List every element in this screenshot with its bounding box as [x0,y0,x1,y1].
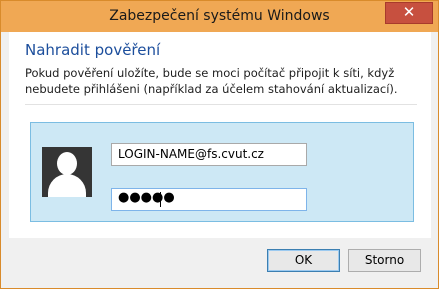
separator [25,104,417,105]
security-dialog: Zabezpečení systému Windows ✕ Nahradit p… [0,0,439,289]
dialog-content: Nahradit pověření Pokud pověření uložíte… [9,32,431,238]
dialog-description: Pokud pověření uložíte, bude se moci poč… [25,66,398,96]
close-icon: ✕ [402,3,416,21]
username-field[interactable]: LOGIN-NAME@fs.cvut.cz [111,143,307,166]
credential-tile[interactable]: LOGIN-NAME@fs.cvut.cz ●●●●● [30,122,414,222]
dialog-heading: Nahradit pověření [25,41,161,59]
ok-button[interactable]: OK [267,249,340,272]
password-field[interactable]: ●●●●● [111,188,307,211]
close-button[interactable]: ✕ [385,2,433,24]
cancel-button[interactable]: Storno [348,249,421,272]
window-title: Zabezpečení systému Windows [109,8,330,24]
password-mask: ●●●●● [118,190,175,205]
title-bar[interactable]: Zabezpečení systému Windows ✕ [1,1,438,32]
avatar-body [48,174,86,197]
avatar-head [57,152,77,175]
user-avatar-icon [42,147,92,197]
text-caret [160,192,161,207]
username-value: LOGIN-NAME@fs.cvut.cz [118,147,264,161]
